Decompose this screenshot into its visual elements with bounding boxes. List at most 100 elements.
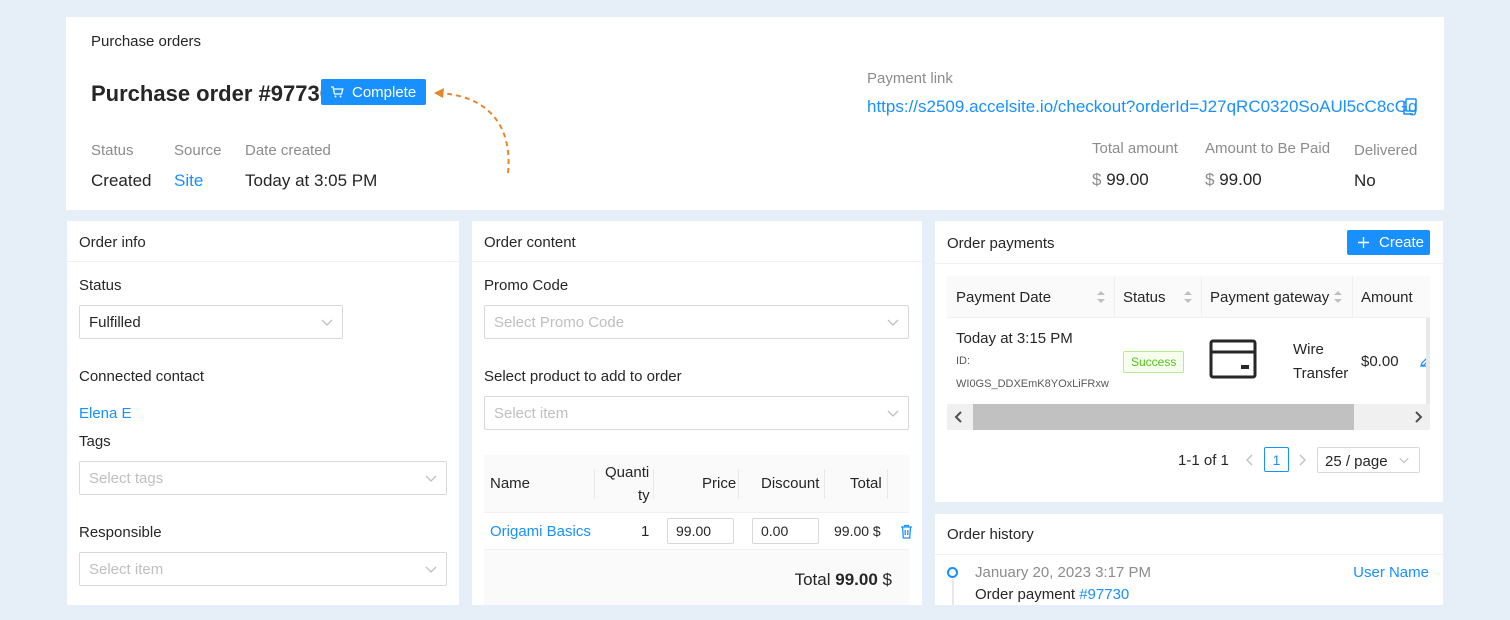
- complete-button-label: Complete: [352, 84, 417, 101]
- column-header-price: Price: [702, 475, 737, 492]
- gateway-name-line1: Wire: [1293, 341, 1324, 358]
- next-page-icon[interactable]: [1296, 453, 1308, 467]
- connected-contact-link[interactable]: Elena E: [79, 405, 132, 422]
- status-select-value: Fulfilled: [89, 314, 141, 331]
- source-label: Source: [174, 142, 222, 159]
- product-select[interactable]: Select item: [484, 396, 909, 430]
- responsible-placeholder: Select item: [89, 561, 164, 578]
- header-card: Purchase orders Purchase order #97730 Co…: [66, 17, 1444, 210]
- column-header-gateway[interactable]: Payment gateway: [1210, 289, 1329, 306]
- order-total-currency: $: [882, 570, 892, 589]
- column-header-quantity-wrap: ty: [638, 487, 650, 504]
- column-header-total: Total: [850, 475, 882, 492]
- row-total-value: 99.00 $: [834, 523, 881, 539]
- payment-link-url[interactable]: https://s2509.accelsite.io/checkout?orde…: [867, 97, 1417, 117]
- sort-icon[interactable]: [1183, 289, 1193, 305]
- currency-symbol: $: [1092, 170, 1102, 189]
- history-user-link[interactable]: User Name: [1353, 564, 1429, 581]
- status-select[interactable]: Fulfilled: [79, 305, 343, 339]
- table-row: Today at 3:15 PM ID: WI0GS_DDXEmK8YOxLiF…: [947, 318, 1430, 404]
- column-header-payment-date[interactable]: Payment Date: [956, 289, 1051, 306]
- currency-symbol: $: [1205, 170, 1215, 189]
- timeline-dot: [947, 567, 958, 578]
- order-payments-card: Order payments Create Payment Date Statu…: [935, 221, 1443, 502]
- order-info-title: Order info: [79, 234, 146, 251]
- tags-placeholder: Select tags: [89, 470, 164, 487]
- status-badge: Success: [1123, 351, 1185, 373]
- chevron-down-icon: [321, 319, 333, 326]
- select-product-label: Select product to add to order: [484, 368, 682, 385]
- price-input[interactable]: 99.00: [667, 518, 734, 544]
- column-header-name: Name: [490, 475, 531, 492]
- page-1-button[interactable]: 1: [1264, 447, 1289, 472]
- responsible-label: Responsible: [79, 524, 162, 541]
- delivered-value: No: [1354, 171, 1376, 190]
- payment-link-label: Payment link: [867, 70, 953, 87]
- payments-table: Payment Date Status Payment gateway Amou…: [947, 276, 1430, 430]
- column-header-quantity: Quanti: [605, 464, 650, 481]
- chevron-down-icon: [425, 566, 437, 573]
- tags-select[interactable]: Select tags: [79, 461, 447, 495]
- history-text: Order payment #97730: [975, 586, 1129, 603]
- chevron-down-icon: [887, 410, 899, 417]
- chevron-left-icon[interactable]: [952, 410, 966, 424]
- chevron-down-icon: [425, 475, 437, 482]
- horizontal-scrollbar[interactable]: [947, 404, 1430, 430]
- discount-input[interactable]: 0.00: [752, 518, 819, 544]
- sort-icon[interactable]: [1096, 289, 1106, 305]
- prev-page-icon[interactable]: [1244, 453, 1256, 467]
- total-amount-label: Total amount: [1092, 140, 1178, 157]
- column-divider: [824, 469, 825, 499]
- tags-label: Tags: [79, 433, 111, 450]
- column-divider: [653, 469, 654, 499]
- status-label: Status: [91, 142, 134, 159]
- trash-icon[interactable]: [900, 524, 913, 539]
- order-content-card: Order content Promo Code Select Promo Co…: [472, 221, 922, 605]
- payment-amount: $0.00: [1361, 353, 1399, 370]
- total-amount-value: 99.00: [1106, 170, 1149, 189]
- column-header-status[interactable]: Status: [1123, 289, 1166, 306]
- promo-code-select[interactable]: Select Promo Code: [484, 305, 909, 339]
- table-row: Origami Basics 1 99.00 0.00 99.00 $: [484, 513, 912, 550]
- divider: [472, 261, 922, 262]
- status-field-label: Status: [79, 277, 122, 294]
- copy-icon[interactable]: [1402, 98, 1418, 116]
- responsible-select[interactable]: Select item: [79, 552, 447, 586]
- amount-to-pay-label: Amount to Be Paid: [1205, 140, 1331, 157]
- payment-date: Today at 3:15 PM: [956, 330, 1073, 347]
- column-divider: [1114, 276, 1115, 318]
- table-header: Name Quanti ty Price Discount Total: [484, 455, 909, 513]
- cart-icon: [331, 86, 344, 98]
- quantity-value: 1: [641, 523, 650, 540]
- history-entry: January 20, 2023 3:17 PM User Name Order…: [935, 562, 1443, 605]
- promo-code-label: Promo Code: [484, 277, 569, 294]
- page-title: Purchase order #97730: [91, 81, 332, 106]
- table-header: Payment Date Status Payment gateway Amou…: [947, 276, 1430, 318]
- page-size-value: 25 / page: [1325, 453, 1388, 470]
- divider: [935, 554, 1443, 555]
- date-created-value: Today at 3:05 PM: [245, 171, 378, 190]
- order-history-card: Order history January 20, 2023 3:17 PM U…: [935, 514, 1443, 605]
- page-size-select[interactable]: 25 / page: [1317, 447, 1420, 473]
- order-total-label: Total: [794, 570, 831, 589]
- delivered-label: Delivered: [1354, 142, 1418, 159]
- breadcrumb[interactable]: Purchase orders: [91, 33, 201, 50]
- source-link[interactable]: Site: [174, 171, 203, 191]
- column-divider: [887, 469, 888, 499]
- order-total: Total 99.00 $: [795, 570, 892, 590]
- scrollbar-thumb[interactable]: [973, 404, 1354, 430]
- create-button-label: Create: [1379, 234, 1425, 251]
- sort-icon[interactable]: [1333, 289, 1343, 305]
- order-total-value: 99.00: [835, 570, 878, 589]
- product-placeholder: Select item: [494, 405, 569, 422]
- history-order-link[interactable]: #97730: [1079, 586, 1129, 603]
- promo-code-placeholder: Select Promo Code: [494, 314, 625, 331]
- complete-button[interactable]: Complete: [321, 79, 426, 105]
- total-amount: $ 99.00: [1092, 170, 1149, 190]
- product-name-link[interactable]: Origami Basics: [490, 523, 591, 540]
- column-divider: [1352, 276, 1353, 318]
- pagination-range: 1-1 of 1: [1178, 452, 1229, 469]
- chevron-right-icon[interactable]: [1411, 410, 1425, 424]
- create-payment-button[interactable]: Create: [1347, 230, 1430, 255]
- divider: [935, 263, 1443, 264]
